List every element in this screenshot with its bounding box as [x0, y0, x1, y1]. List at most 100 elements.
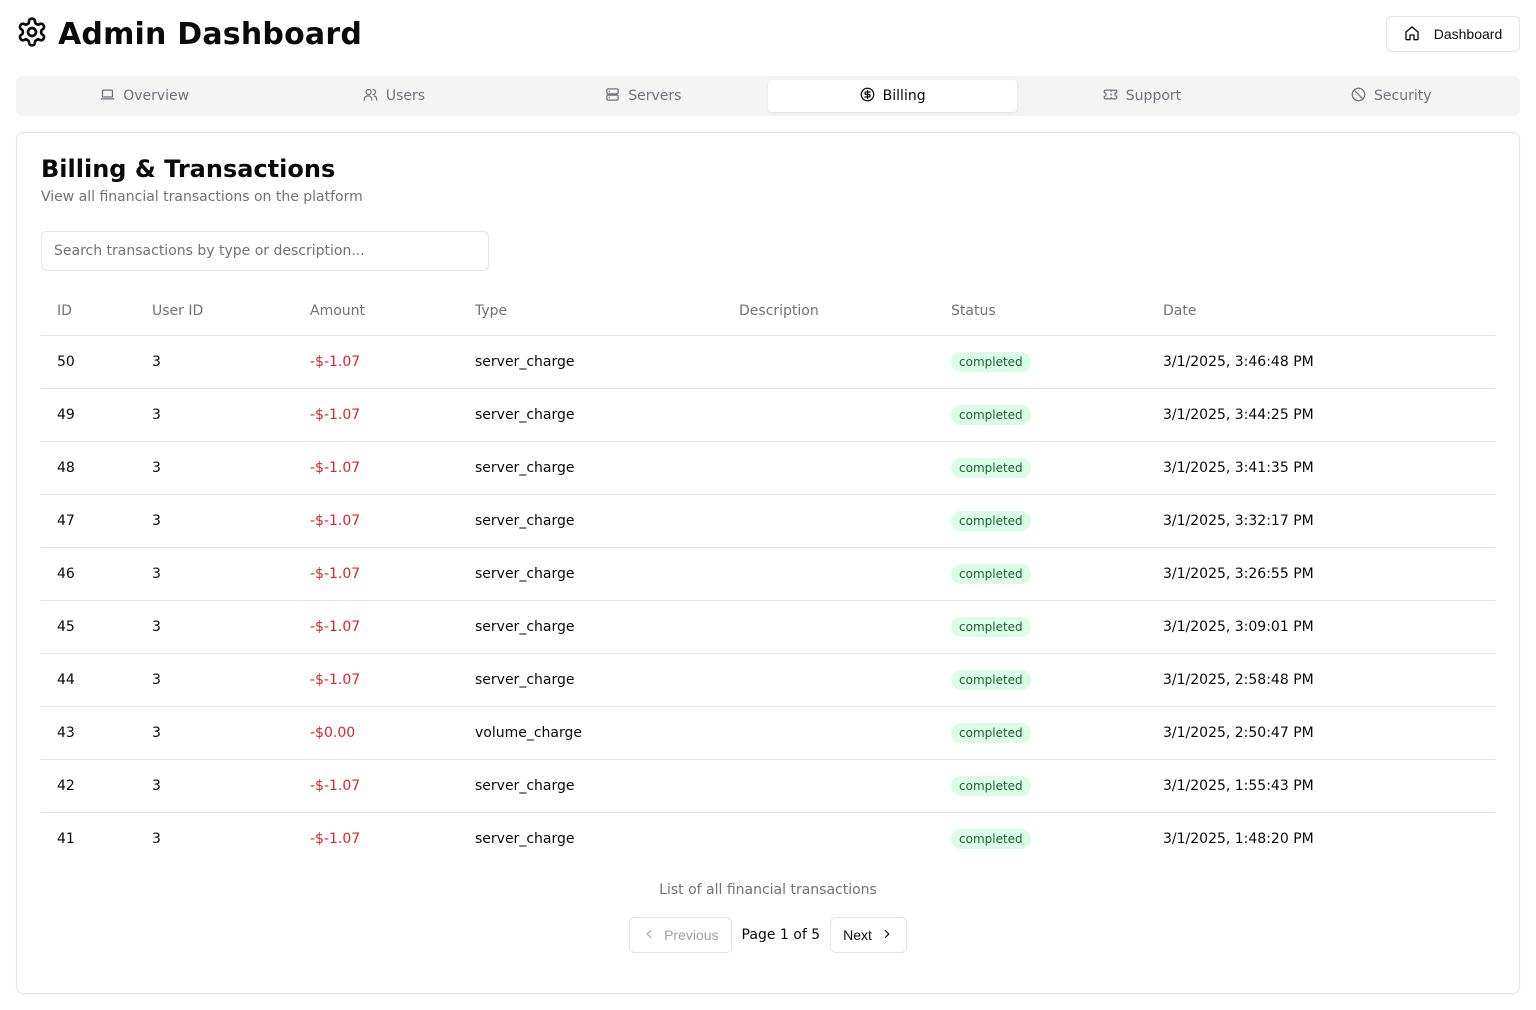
cell-status: completed: [935, 335, 1147, 389]
tab-bar: Overview Users Servers Billing Support S…: [16, 76, 1520, 116]
cell-id: 48: [41, 441, 136, 495]
cell-id: 41: [57, 830, 75, 847]
cell-amount: -$-1.07: [294, 600, 459, 654]
cell-id: 50: [41, 335, 136, 389]
tab-security[interactable]: Security: [1267, 80, 1516, 112]
status-badge: completed: [951, 457, 1031, 478]
table-body: 50 3 -$-1.07 server_charge completed 3/1/2025…: [41, 335, 1495, 865]
tab-servers[interactable]: Servers: [519, 80, 768, 112]
cell-amount: -$-1.07: [294, 653, 459, 707]
cell-date: 3/1/2025, 1:48:20 PM: [1163, 830, 1314, 847]
tab-users[interactable]: Users: [269, 80, 518, 112]
cell-type: server_charge: [459, 335, 723, 389]
cell-id: 46: [41, 547, 136, 601]
table-row: 48 3 -$-1.07 server_charge completed 3/1/2025…: [41, 441, 1495, 495]
next-button[interactable]: Next: [830, 917, 907, 953]
cell-description: [723, 812, 935, 865]
status-badge: completed: [951, 404, 1031, 425]
cell-date: 3/1/2025, 3:09:01 PM: [1147, 600, 1495, 654]
cell-date: 3/1/2025, 3:32:17 PM: [1147, 494, 1495, 548]
page-indicator: Page 1 of 5: [741, 927, 821, 943]
cell-date: 3/1/2025, 3:26:55 PM: [1147, 547, 1495, 601]
cell-description: [723, 759, 935, 813]
cell-date: 3/1/2025, 3:41:35 PM: [1147, 441, 1495, 495]
cell-amount: -$0.00: [294, 706, 459, 760]
status-badge: completed: [951, 722, 1031, 743]
tab-billing[interactable]: Billing: [767, 80, 1018, 112]
table-row: 44 3 -$-1.07 server_charge completed 3/1/2025…: [41, 653, 1495, 707]
tab-overview[interactable]: Overview: [20, 80, 269, 112]
cell-type: volume_charge: [459, 706, 723, 760]
cell-amount: -$-1.07: [294, 547, 459, 601]
cell-date: 3/1/2025, 3:46:48 PM: [1147, 335, 1495, 389]
cell-status: completed: [935, 653, 1147, 707]
cell-amount: -$-1.07: [294, 494, 459, 548]
cell-status: completed: [935, 494, 1147, 548]
cell-status: completed: [935, 388, 1147, 442]
gear-icon: [16, 16, 48, 52]
cell-date: 3/1/2025, 1:55:43 PM: [1147, 759, 1495, 813]
column-header-user-id[interactable]: User ID: [136, 287, 294, 336]
cell-status: completed: [935, 600, 1147, 654]
status-badge: completed: [951, 563, 1031, 584]
cell-description: [723, 388, 935, 442]
cell-date: 3/1/2025, 2:58:48 PM: [1147, 653, 1495, 707]
laptop-icon: [100, 87, 115, 106]
pagination: Previous Page 1 of 5 Next: [17, 917, 1519, 953]
card-description: View all financial transactions on the p…: [41, 189, 363, 205]
dollar-circle-icon: [860, 87, 875, 106]
cell-status: completed: [935, 812, 1147, 865]
tab-label: Servers: [628, 88, 682, 104]
cell-user-id: 3: [136, 653, 294, 707]
table-header-row: ID User ID Amount Type Description Statu…: [41, 287, 1495, 336]
cell-type: server_charge: [459, 494, 723, 548]
column-header-date[interactable]: Date: [1147, 287, 1495, 336]
table-row: 42 3 -$-1.07 server_charge completed 3/1/2025…: [41, 759, 1495, 813]
dashboard-button[interactable]: Dashboard: [1386, 16, 1520, 52]
cell-description: [723, 441, 935, 495]
cell-status: completed: [935, 441, 1147, 495]
status-badge: completed: [951, 775, 1031, 796]
page-title: Admin Dashboard: [58, 16, 362, 52]
column-header-description[interactable]: Description: [723, 287, 935, 336]
tab-label: Overview: [123, 88, 190, 104]
cell-user-id: 3: [152, 830, 161, 847]
dashboard-button-label: Dashboard: [1433, 26, 1503, 42]
status-badge: completed: [951, 669, 1031, 690]
next-label: Next: [843, 927, 872, 943]
ban-icon: [1351, 87, 1366, 106]
column-header-amount[interactable]: Amount: [294, 287, 459, 336]
tab-label: Billing: [882, 88, 926, 104]
cell-id: 42: [41, 759, 136, 813]
table-row: 49 3 -$-1.07 server_charge completed 3/1/2025…: [41, 388, 1495, 442]
cell-amount: -$-1.07: [294, 441, 459, 495]
cell-id: 49: [41, 388, 136, 442]
column-header-type[interactable]: Type: [459, 287, 723, 336]
cell-id: 43: [41, 706, 136, 760]
tab-support[interactable]: Support: [1017, 80, 1266, 112]
cell-date: 3/1/2025, 2:50:47 PM: [1147, 706, 1495, 760]
table-row: 50 3 -$-1.07 server_charge completed 3/1/2025…: [41, 335, 1495, 389]
cell-status: completed: [935, 547, 1147, 601]
column-header-status[interactable]: Status: [935, 287, 1147, 336]
cell-status: completed: [935, 759, 1147, 813]
cell-status: completed: [935, 706, 1147, 760]
cell-user-id: 3: [136, 547, 294, 601]
users-icon: [363, 87, 378, 106]
table-row: 43 3 -$0.00 volume_charge completed 3/1/2025,…: [41, 706, 1495, 760]
cell-amount: -$-1.07: [294, 388, 459, 442]
page-header: Admin Dashboard Dashboard: [16, 14, 1520, 54]
cell-description: [723, 706, 935, 760]
tab-label: Security: [1374, 88, 1432, 104]
previous-label: Previous: [664, 927, 719, 943]
table-row: 46 3 -$-1.07 server_charge completed 3/1/2025…: [41, 547, 1495, 601]
status-badge: completed: [951, 616, 1031, 637]
search-input[interactable]: [41, 231, 489, 271]
cell-type: server_charge: [475, 830, 575, 847]
cell-description: [723, 653, 935, 707]
status-badge: completed: [951, 351, 1031, 372]
previous-button[interactable]: Previous: [629, 917, 732, 953]
column-header-id[interactable]: ID: [41, 287, 136, 336]
cell-type: server_charge: [459, 547, 723, 601]
cell-type: server_charge: [459, 441, 723, 495]
